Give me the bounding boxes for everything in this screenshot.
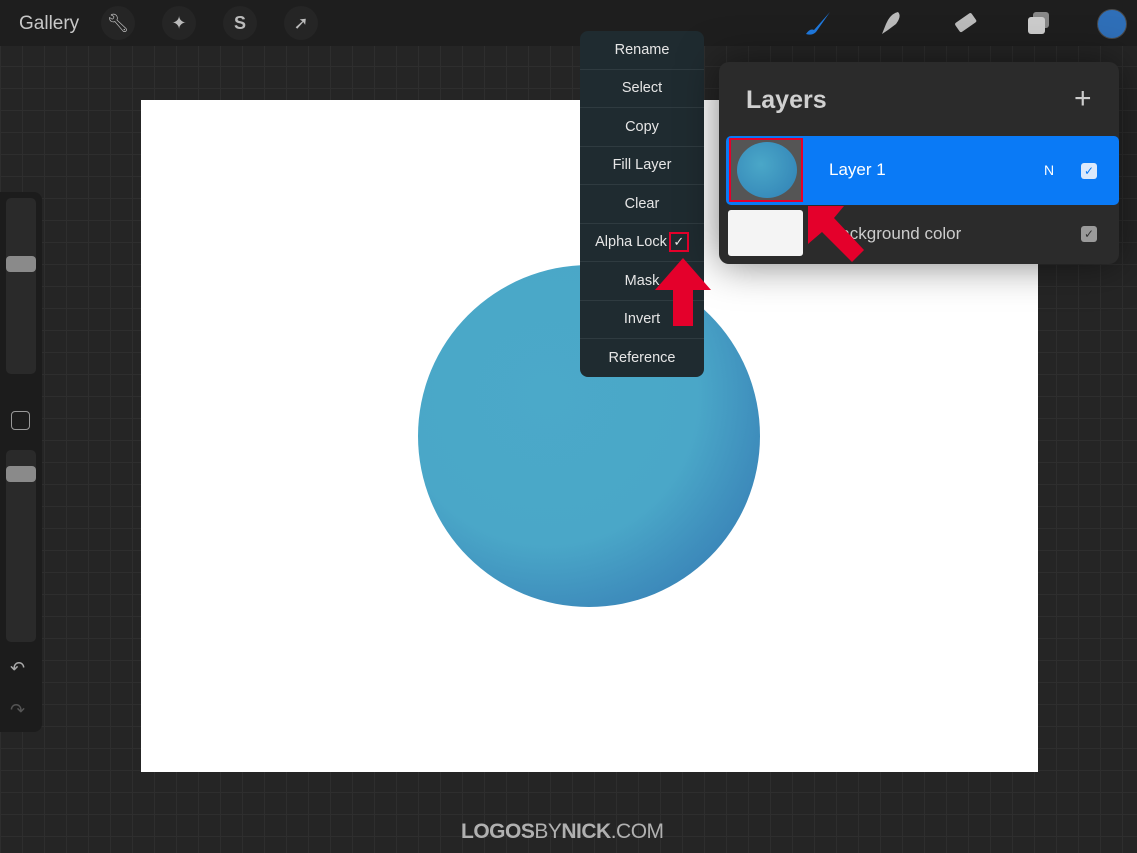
layer-thumbnail[interactable] — [729, 138, 803, 202]
slider-thumb[interactable] — [6, 256, 36, 272]
top-toolbar: Gallery 🔧︎ ✦ S ➚ — [0, 0, 1137, 46]
redo-icon[interactable]: ↷ — [10, 700, 25, 721]
menu-item-alpha-lock[interactable]: Alpha Lock ✓ — [580, 224, 704, 262]
add-layer-button[interactable]: + — [1074, 82, 1092, 116]
selection-s-icon[interactable]: S — [223, 6, 257, 40]
blend-mode-button[interactable]: N — [1044, 162, 1054, 178]
gallery-button[interactable]: Gallery — [19, 13, 79, 35]
visibility-checkbox[interactable]: ✓ — [1081, 163, 1097, 179]
watermark: LOGOSBYNICK.COM — [461, 820, 664, 843]
menu-item-fill-layer[interactable]: Fill Layer — [580, 147, 704, 185]
menu-item-copy[interactable]: Copy — [580, 108, 704, 147]
modify-button[interactable] — [11, 411, 30, 430]
smudge-icon[interactable] — [876, 8, 906, 38]
menu-item-select[interactable]: Select — [580, 70, 704, 108]
red-diagonal-arrow-annotation — [808, 206, 864, 262]
layers-icon[interactable] — [1024, 8, 1054, 38]
layers-panel: Layers + Layer 1 N ✓ Background color ✓ — [719, 62, 1119, 264]
layer-row-background[interactable]: Background color ✓ — [726, 208, 1119, 260]
menu-item-clear[interactable]: Clear — [580, 185, 704, 224]
undo-icon[interactable]: ↶ — [10, 658, 25, 679]
wrench-icon[interactable]: 🔧︎ — [101, 6, 135, 40]
check-icon: ✓ — [668, 232, 689, 253]
menu-item-reference[interactable]: Reference — [580, 339, 704, 377]
opacity-slider[interactable] — [6, 450, 36, 642]
magic-wand-icon[interactable]: ✦ — [162, 6, 196, 40]
left-sidebar: ↶ ↷ — [0, 192, 42, 732]
brush-icon[interactable] — [802, 8, 832, 38]
brush-size-slider[interactable] — [6, 198, 36, 374]
red-up-arrow-annotation — [655, 258, 711, 326]
background-thumbnail[interactable] — [728, 210, 803, 256]
slider-thumb[interactable] — [6, 466, 36, 482]
layer-name: Layer 1 — [829, 160, 886, 179]
visibility-checkbox[interactable]: ✓ — [1081, 226, 1097, 242]
color-picker-button[interactable] — [1097, 9, 1127, 39]
transform-arrow-icon[interactable]: ➚ — [284, 6, 318, 40]
menu-item-rename[interactable]: Rename — [580, 31, 704, 70]
eraser-icon[interactable] — [950, 8, 980, 38]
panel-title: Layers — [746, 86, 827, 114]
layer-row-layer-1[interactable]: Layer 1 N ✓ — [726, 136, 1119, 205]
